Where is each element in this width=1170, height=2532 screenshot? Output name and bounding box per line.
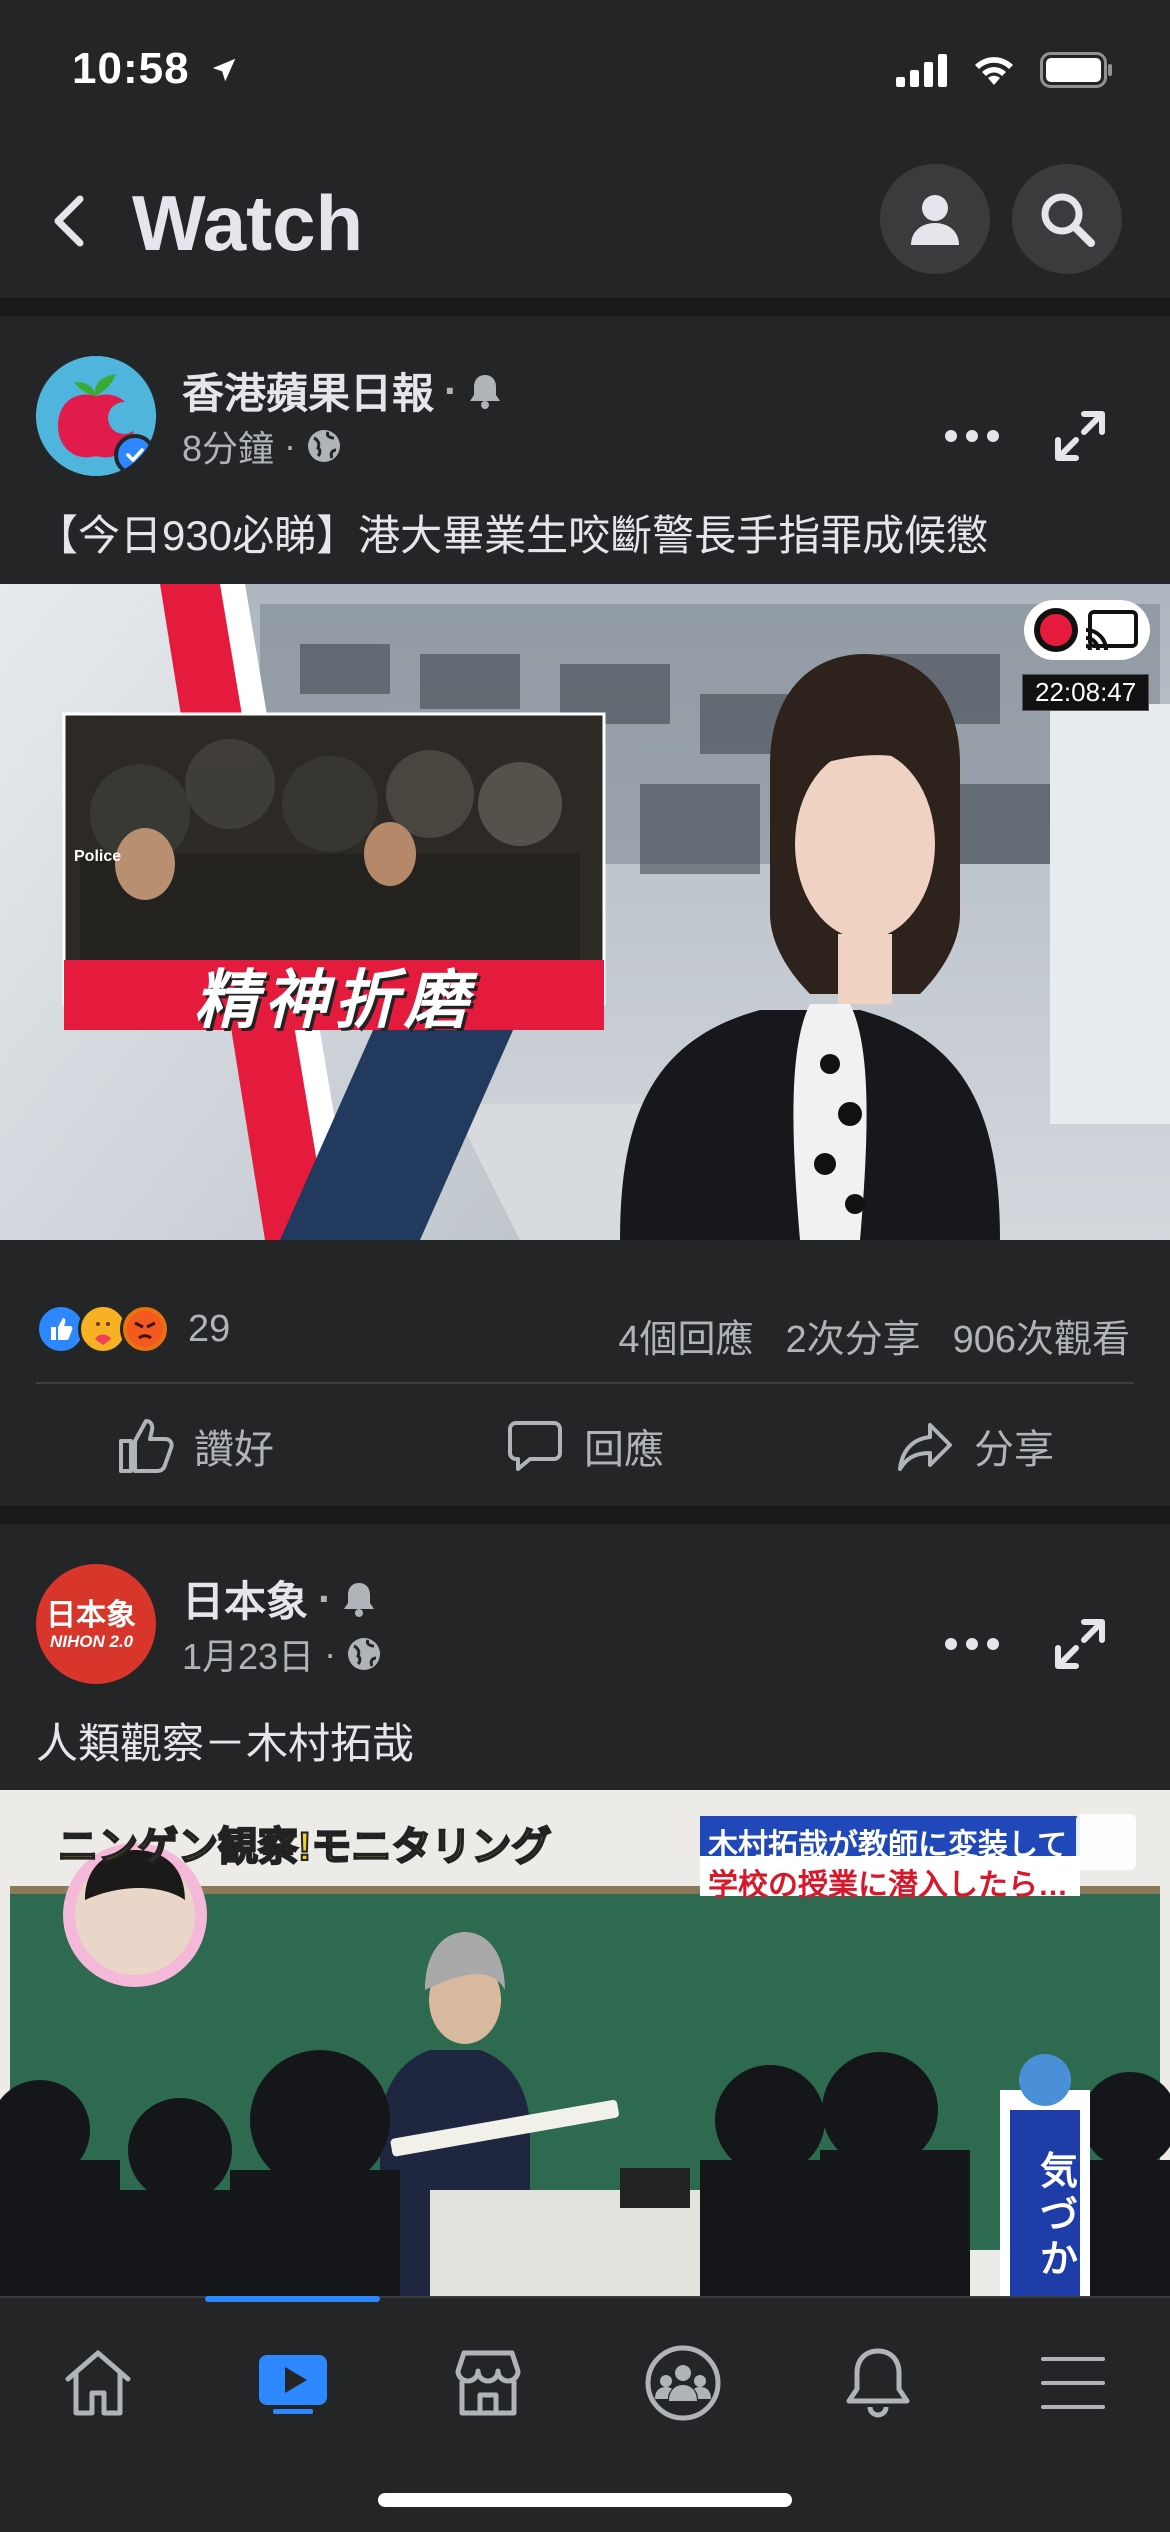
inset-badge: Police	[74, 848, 122, 865]
more-horizontal-icon	[945, 1638, 999, 1650]
post-stats: 29 4個回應 2次分享 906次觀看	[0, 1276, 1170, 1376]
post-caption: 人類觀察－木村拓哉	[36, 1720, 415, 1767]
subtitle-banner-2: 学校の授業に潜入したら…	[708, 1869, 1068, 1902]
separator-dot: ·	[284, 425, 297, 466]
notifications-icon	[846, 2348, 909, 2418]
comment-count[interactable]: 4個回應	[618, 1308, 753, 1363]
status-time: 10:58	[72, 44, 239, 94]
tab-menu[interactable]	[975, 2328, 1170, 2438]
video-post: 日本象 NIHON 2.0 日本象 · 1月23日 · 人類觀察－木村拓哉 ニン…	[0, 1524, 1170, 2296]
expand-button[interactable]	[1050, 1614, 1110, 1674]
home-icon	[65, 2350, 130, 2416]
view-count: 906次觀看	[952, 1319, 1130, 1361]
video-player[interactable]: ニンゲン観察!モニタリング 木村拓哉が教師に変装して 学校の授業に潜入したら… …	[0, 1790, 1170, 2296]
verified-badge	[114, 434, 156, 476]
separator-dot: ·	[324, 1633, 337, 1674]
separator-dot: ·	[444, 366, 459, 414]
video-duration: 22:08:47	[1022, 674, 1150, 711]
location-arrow-icon	[212, 58, 236, 82]
reaction-summary[interactable]: 29	[36, 1304, 230, 1354]
checkmark-icon	[126, 448, 144, 462]
sign-text: 気づか	[1040, 2151, 1079, 2281]
avatar[interactable]: 日本象 NIHON 2.0	[36, 1564, 156, 1684]
post-author-row: 香港蘋果日報 ·	[182, 360, 502, 421]
comment-label: 回應	[584, 1428, 664, 1472]
show-title-banner: ニンゲン観察!モニタリング	[57, 1824, 552, 1870]
active-tab-indicator	[205, 2296, 380, 2302]
avatar-text: 日本象	[46, 1599, 136, 1632]
subtitle-banner-1: 木村拓哉が教師に変装して	[708, 1829, 1068, 1862]
video-thumbnail	[0, 584, 1170, 1240]
tab-groups[interactable]	[585, 2328, 780, 2438]
bell-icon[interactable]	[468, 372, 502, 410]
channel-logo-icon	[1034, 608, 1078, 652]
video-post: 香港蘋果日報 · 8分鐘 · 【今日930必睇】港大畢業生咬斷警長手指罪成候懲	[0, 316, 1170, 1506]
battery-icon	[1040, 52, 1112, 88]
expand-icon	[1055, 1619, 1105, 1669]
marketplace-icon	[455, 2350, 520, 2416]
expand-icon	[1055, 411, 1105, 461]
status-time-text: 10:58	[72, 44, 190, 93]
tab-watch[interactable]	[195, 2328, 390, 2438]
chevron-left-icon	[54, 195, 84, 247]
reaction-count: 29	[188, 1307, 231, 1350]
tab-marketplace[interactable]	[390, 2328, 585, 2438]
watch-header: Watch	[0, 150, 1170, 298]
menu-icon	[1040, 2357, 1105, 2409]
post-actions: 讚好 回應 分享	[0, 1386, 1170, 1506]
bell-icon[interactable]	[342, 1580, 376, 1618]
like-label: 讚好	[194, 1428, 274, 1472]
separator-dot: ·	[318, 1574, 333, 1622]
avatar[interactable]	[36, 356, 156, 476]
post-time[interactable]: 1月23日	[182, 1628, 314, 1680]
angry-reaction-icon	[120, 1304, 170, 1354]
groups-icon	[645, 2345, 720, 2421]
post-divider	[0, 1506, 1170, 1524]
share-label: 分享	[974, 1428, 1054, 1472]
share-button[interactable]: 分享	[780, 1386, 1170, 1506]
post-author-row: 日本象 ·	[182, 1568, 376, 1629]
more-horizontal-icon	[945, 430, 999, 442]
back-button[interactable]	[40, 186, 100, 256]
search-button[interactable]	[1012, 164, 1122, 274]
cellular-signal-icon	[896, 54, 947, 87]
status-icons	[896, 52, 1114, 88]
person-icon	[911, 195, 959, 245]
wifi-icon	[975, 57, 1013, 85]
video-overlay-text: 精神折磨	[194, 964, 474, 1036]
comment-bubble-icon	[508, 1421, 562, 1471]
more-options-button[interactable]	[940, 416, 1004, 456]
video-player[interactable]: Police 精神折磨 22:08:47	[0, 584, 1170, 1240]
live-logo	[1024, 600, 1150, 660]
header-divider	[0, 298, 1170, 316]
post-author[interactable]: 香港蘋果日報	[182, 360, 434, 421]
expand-button[interactable]	[1050, 406, 1110, 466]
globe-icon	[308, 430, 341, 462]
comment-button[interactable]: 回應	[390, 1386, 780, 1506]
share-arrow-icon	[898, 1423, 952, 1471]
avatar-subtext: NIHON 2.0	[50, 1632, 134, 1651]
post-meta: 8分鐘 ·	[182, 420, 342, 472]
search-icon	[1041, 193, 1095, 247]
like-button[interactable]: 讚好	[0, 1386, 390, 1506]
stats-divider	[36, 1382, 1134, 1384]
page-title: Watch	[132, 179, 364, 267]
post-meta: 1月23日 ·	[182, 1628, 382, 1680]
post-author[interactable]: 日本象	[182, 1568, 308, 1629]
cast-icon[interactable]	[1084, 610, 1140, 650]
status-bar: 10:58	[0, 0, 1170, 150]
post-time[interactable]: 8分鐘	[182, 420, 274, 472]
tab-notifications[interactable]	[780, 2328, 975, 2438]
watch-icon	[258, 2355, 327, 2414]
more-options-button[interactable]	[940, 1624, 1004, 1664]
engagement-counts: 4個回應 2次分享 906次觀看	[618, 1308, 1130, 1363]
post-caption: 【今日930必睇】港大畢業生咬斷警長手指罪成候懲	[36, 512, 989, 559]
home-indicator	[378, 2493, 792, 2507]
profile-button[interactable]	[880, 164, 990, 274]
thumbs-up-icon	[119, 1419, 174, 1473]
tab-home[interactable]	[0, 2328, 195, 2438]
globe-icon	[348, 1638, 381, 1670]
share-count[interactable]: 2次分享	[785, 1308, 920, 1363]
